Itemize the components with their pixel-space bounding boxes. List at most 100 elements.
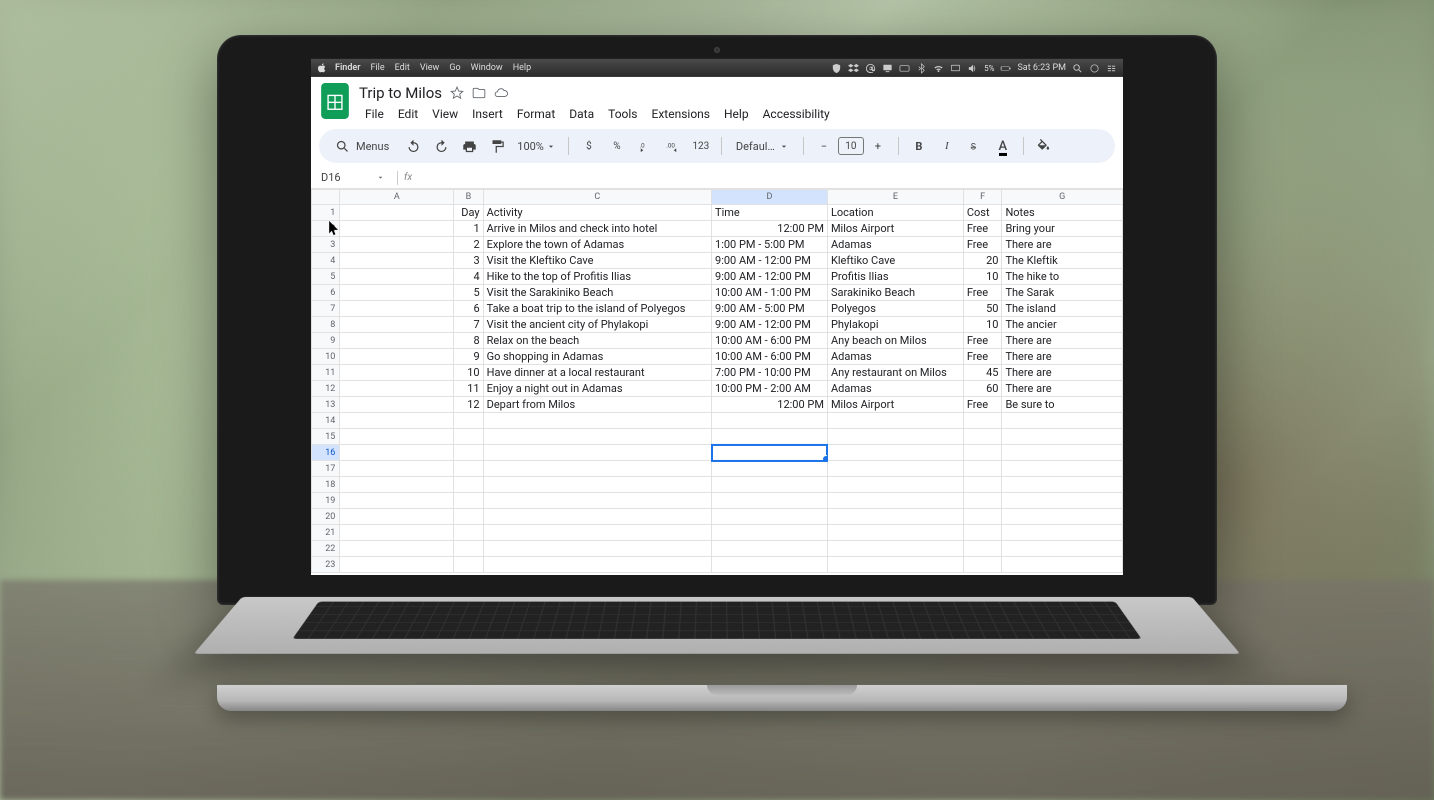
paint-format-button[interactable] [485,134,509,158]
search-menus[interactable]: Menus [327,136,397,155]
row-header-7[interactable]: 7 [312,300,340,316]
row-header-11[interactable]: 11 [312,364,340,380]
cell-D22[interactable] [712,540,828,556]
app-menu-insert[interactable]: Insert [466,105,509,123]
cell-F1[interactable]: Cost [963,204,1002,220]
cell-D18[interactable] [712,476,828,492]
cell-A1[interactable] [340,204,454,220]
cell-G9[interactable]: There are [1002,332,1123,348]
spreadsheet-grid[interactable]: ABCDEFG1DayActivityTimeLocationCostNotes… [311,189,1123,575]
cell-A21[interactable] [340,524,454,540]
cell-A5[interactable] [340,268,454,284]
cell-G8[interactable]: The ancier [1002,316,1123,332]
cell-B20[interactable] [454,508,483,524]
cell-C12[interactable]: Enjoy a night out in Adamas [483,380,711,396]
cell-C10[interactable]: Go shopping in Adamas [483,348,711,364]
cell-B10[interactable]: 9 [454,348,483,364]
cell-G17[interactable] [1002,460,1123,476]
app-menu-file[interactable]: File [359,105,390,123]
cell-A14[interactable] [340,412,454,428]
cell-F20[interactable] [963,508,1002,524]
cell-D21[interactable] [712,524,828,540]
cell-C5[interactable]: Hike to the top of Profitis Ilias [483,268,711,284]
cell-C3[interactable]: Explore the town of Adamas [483,236,711,252]
cell-D4[interactable]: 9:00 AM - 12:00 PM [712,252,828,268]
row-header-1[interactable]: 1 [312,204,340,220]
row-header-9[interactable]: 9 [312,332,340,348]
cell-G19[interactable] [1002,492,1123,508]
mac-menu-help[interactable]: Help [513,63,531,73]
row-header-14[interactable]: 14 [312,412,340,428]
cell-A4[interactable] [340,252,454,268]
cell-C21[interactable] [483,524,711,540]
mac-menu-file[interactable]: File [370,63,384,73]
cell-G20[interactable] [1002,508,1123,524]
cell-A6[interactable] [340,284,454,300]
cell-A22[interactable] [340,540,454,556]
mac-menu-edit[interactable]: Edit [395,63,410,73]
cell-E19[interactable] [827,492,963,508]
cell-D10[interactable]: 10:00 AM - 6:00 PM [712,348,828,364]
cell-G2[interactable]: Bring your [1002,220,1123,236]
select-all-corner[interactable] [312,189,340,204]
cell-D20[interactable] [712,508,828,524]
cell-C6[interactable]: Visit the Sarakiniko Beach [483,284,711,300]
cell-B8[interactable]: 7 [454,316,483,332]
cell-C17[interactable] [483,460,711,476]
cell-E23[interactable] [827,556,963,572]
cell-E3[interactable]: Adamas [827,236,963,252]
cell-D23[interactable] [712,556,828,572]
mac-menu-view[interactable]: View [420,63,439,73]
cell-C4[interactable]: Visit the Kleftiko Cave [483,252,711,268]
cell-A16[interactable] [340,444,454,460]
cell-G11[interactable]: There are [1002,364,1123,380]
cell-F7[interactable]: 50 [963,300,1002,316]
font-select[interactable]: Defaul… [730,138,795,153]
cell-E11[interactable]: Any restaurant on Milos [827,364,963,380]
dropbox-icon[interactable] [848,62,859,73]
siri-icon[interactable] [1089,62,1100,73]
cell-C14[interactable] [483,412,711,428]
row-header-22[interactable]: 22 [312,540,340,556]
col-header-G[interactable]: G [1002,189,1123,204]
cell-G7[interactable]: The island [1002,300,1123,316]
cell-F21[interactable] [963,524,1002,540]
cell-E22[interactable] [827,540,963,556]
cell-A11[interactable] [340,364,454,380]
cell-B13[interactable]: 12 [454,396,483,412]
decrease-decimal-button[interactable]: .0 [633,134,657,158]
col-header-C[interactable]: C [483,189,711,204]
app-menu-extensions[interactable]: Extensions [646,105,716,123]
app-menu-edit[interactable]: Edit [392,105,424,123]
cell-E15[interactable] [827,428,963,444]
cell-B14[interactable] [454,412,483,428]
cell-F11[interactable]: 45 [963,364,1002,380]
cell-A3[interactable] [340,236,454,252]
app-menu-help[interactable]: Help [718,105,755,123]
cell-C19[interactable] [483,492,711,508]
cell-E1[interactable]: Location [827,204,963,220]
cell-G12[interactable]: There are [1002,380,1123,396]
mac-menu-window[interactable]: Window [471,63,503,73]
row-header-4[interactable]: 4 [312,252,340,268]
currency-button[interactable]: $ [577,134,601,158]
battery-percent[interactable]: 5% [984,63,994,72]
cell-D15[interactable] [712,428,828,444]
text-color-button[interactable]: A [991,134,1015,158]
col-header-D[interactable]: D [712,189,828,204]
clock[interactable]: Sat 6:23 PM [1017,63,1066,73]
cell-B7[interactable]: 6 [454,300,483,316]
redo-button[interactable] [429,134,453,158]
cell-A7[interactable] [340,300,454,316]
cell-B22[interactable] [454,540,483,556]
strikethrough-button[interactable]: S [963,134,987,158]
cell-C15[interactable] [483,428,711,444]
cell-D16[interactable] [712,444,828,460]
row-header-13[interactable]: 13 [312,396,340,412]
volume-icon[interactable] [967,62,978,73]
star-icon[interactable] [450,86,464,100]
cell-A12[interactable] [340,380,454,396]
cell-G10[interactable]: There are [1002,348,1123,364]
cell-G16[interactable] [1002,444,1123,460]
cell-F16[interactable] [963,444,1002,460]
